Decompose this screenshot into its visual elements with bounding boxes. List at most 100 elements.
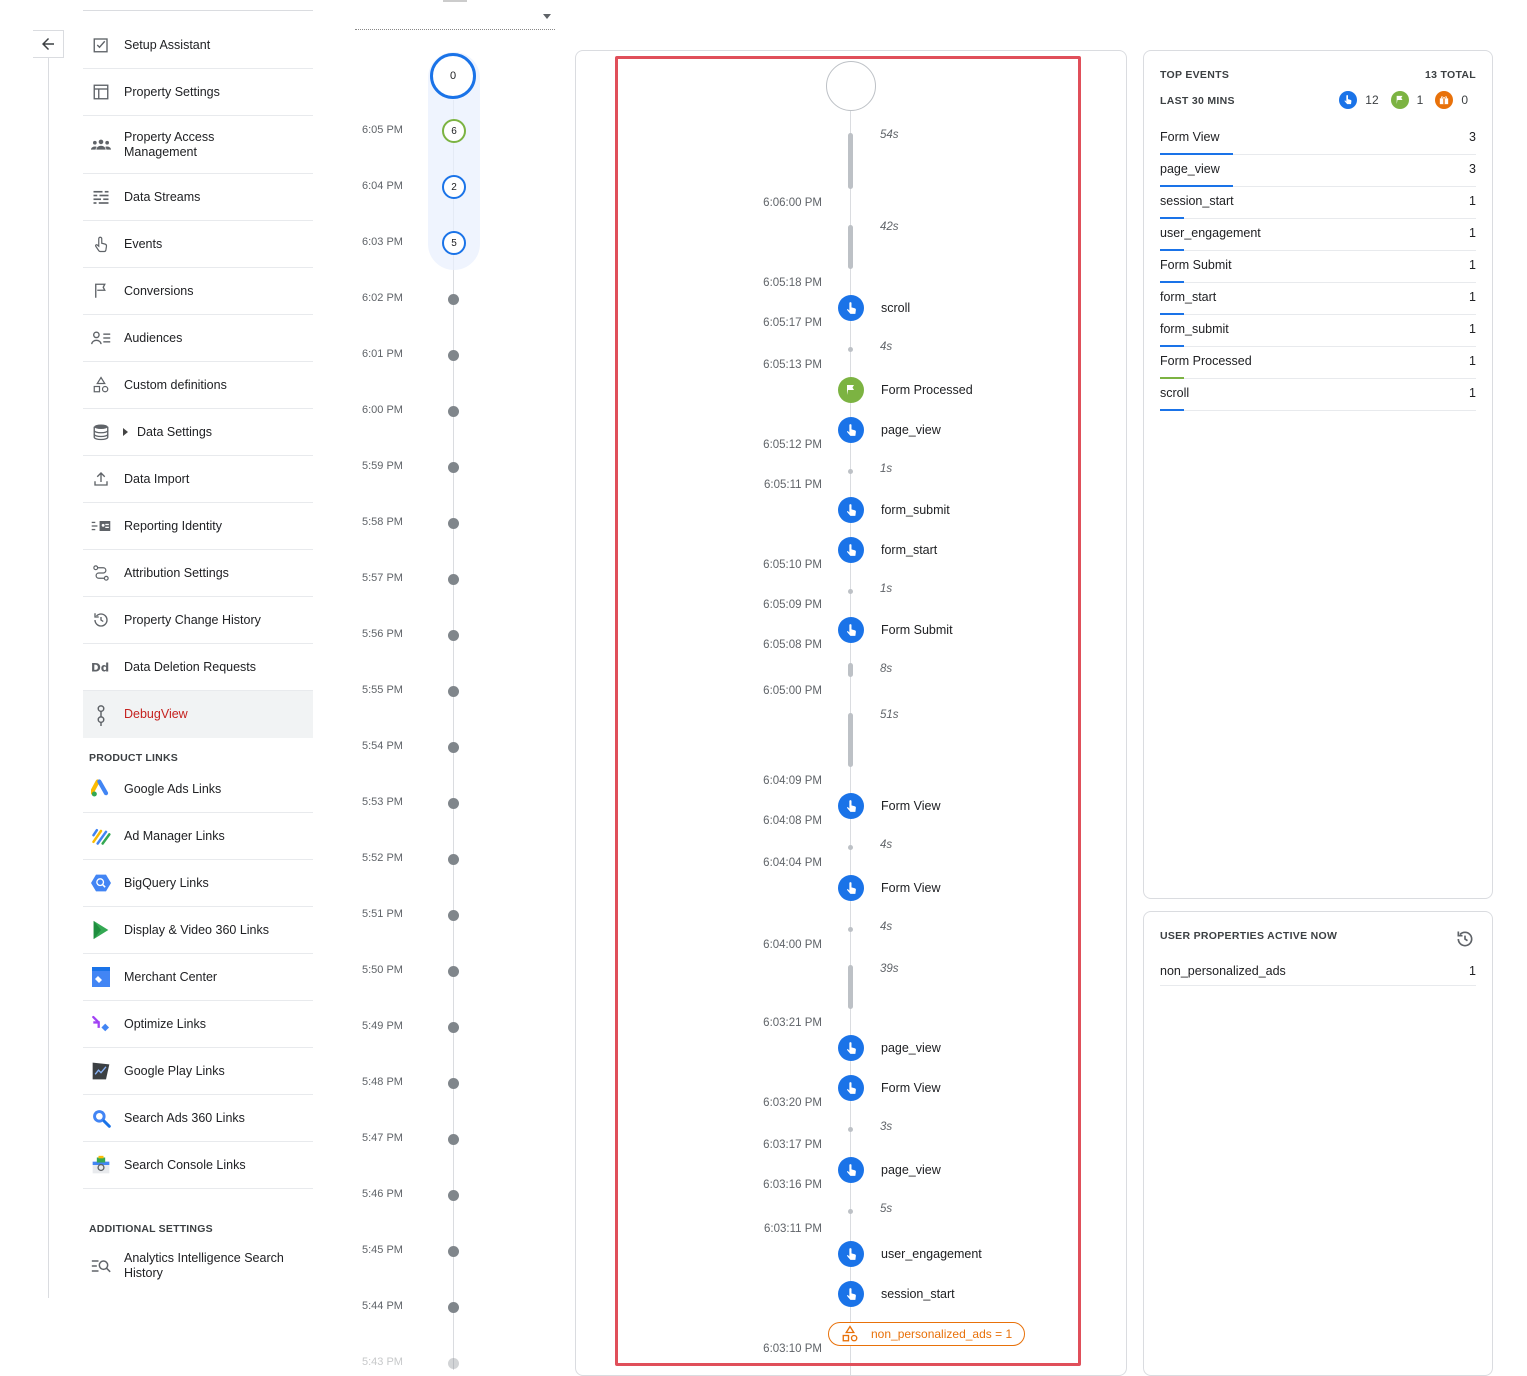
minute-row[interactable]: 6:03 PM 5 (355, 231, 555, 255)
minute-row[interactable]: 5:45 PM (355, 1239, 555, 1263)
arrow-back-icon (42, 38, 54, 50)
top-event-row[interactable]: page_view 3 (1160, 155, 1476, 187)
nav-conversions[interactable]: Conversions (83, 268, 313, 315)
nav-optimize-links[interactable]: Optimize Links (83, 1001, 313, 1048)
nav-data-settings[interactable]: Data Settings (83, 409, 313, 456)
minute-row[interactable]: 5:52 PM (355, 847, 555, 871)
back-button[interactable] (33, 30, 64, 58)
stream-event[interactable]: Form View (838, 1075, 941, 1101)
nav-data-deletion-requests[interactable]: Dd Data Deletion Requests (83, 644, 313, 691)
minute-row[interactable]: 5:54 PM (355, 735, 555, 759)
additional-settings-header: ADDITIONAL SETTINGS (89, 1223, 213, 1235)
minute-event-count[interactable]: 5 (442, 231, 466, 255)
minute-row[interactable]: 5:43 PM (355, 1351, 555, 1375)
stream-event[interactable]: Form View (838, 793, 941, 819)
stream-event[interactable]: page_view (838, 1035, 941, 1061)
nav-audiences[interactable]: Audiences (83, 315, 313, 362)
top-event-row[interactable]: scroll 1 (1160, 379, 1476, 411)
top-event-row[interactable]: form_submit 1 (1160, 315, 1476, 347)
top-event-row[interactable]: Form Processed 1 (1160, 347, 1476, 379)
stream-event[interactable]: user_engagement (838, 1241, 982, 1267)
top-event-row[interactable]: Form View 3 (1160, 123, 1476, 155)
stream-event[interactable]: session_start (838, 1281, 955, 1307)
nav-data-streams[interactable]: Data Streams (83, 174, 313, 221)
top-events-total: 13 TOTAL (1424, 69, 1476, 81)
user-property-value: 1 (1469, 964, 1476, 978)
minute-row[interactable]: 5:44 PM (355, 1295, 555, 1319)
top-event-count: 1 (1469, 226, 1476, 240)
minute-row[interactable]: 5:57 PM (355, 567, 555, 591)
stream-event[interactable]: Form Processed (838, 377, 973, 403)
nav-display-video-360-links[interactable]: Display & Video 360 Links (83, 907, 313, 954)
minute-row[interactable]: 5:47 PM (355, 1127, 555, 1151)
minute-row[interactable]: 5:58 PM (355, 511, 555, 535)
nav-setup-assistant[interactable]: Setup Assistant (83, 22, 313, 69)
stream-event[interactable]: form_start (838, 537, 937, 563)
minute-row[interactable]: 5:56 PM (355, 623, 555, 647)
nav-attribution-settings[interactable]: Attribution Settings (83, 550, 313, 597)
event-touch-icon (838, 497, 864, 523)
nav-ad-manager-links[interactable]: Ad Manager Links (83, 813, 313, 860)
minute-row[interactable]: 5:55 PM (355, 679, 555, 703)
nav-reporting-identity[interactable]: Reporting Identity (83, 503, 313, 550)
nav-analytics-intelligence-search-history[interactable]: Analytics Intelligence Search History (83, 1237, 313, 1295)
nav-property-access-management[interactable]: Property Access Management (83, 116, 313, 174)
minute-row[interactable]: 5:59 PM (355, 455, 555, 479)
nav-search-console-links[interactable]: Search Console Links (83, 1142, 313, 1189)
top-event-count: 1 (1469, 290, 1476, 304)
nav-merchant-center[interactable]: Merchant Center (83, 954, 313, 1001)
minute-row[interactable]: 5:46 PM (355, 1183, 555, 1207)
upload-icon (91, 469, 111, 489)
debug-device-selector[interactable] (355, 0, 555, 30)
account-selector[interactable] (83, 0, 313, 11)
nav-google-play-links[interactable]: Google Play Links (83, 1048, 313, 1095)
stream-event[interactable]: form_submit (838, 497, 950, 523)
stream-gap-duration: 3s (880, 1121, 893, 1133)
minute-row[interactable]: 6:04 PM 2 (355, 175, 555, 199)
minute-row[interactable]: 5:50 PM (355, 959, 555, 983)
minute-event-count[interactable]: 6 (442, 119, 466, 143)
minute-empty-dot (448, 1134, 459, 1145)
minute-row[interactable]: 6:05 PM 6 (355, 119, 555, 143)
stream-timestamp: 6:05:11 PM (764, 479, 822, 491)
nav-label: Google Ads Links (124, 781, 222, 796)
nav-search-ads-360-links[interactable]: Search Ads 360 Links (83, 1095, 313, 1142)
current-minute-count[interactable]: 0 (430, 53, 476, 99)
nav-label: Conversions (124, 283, 194, 298)
stream-gap-dot (848, 845, 853, 850)
nav-property-change-history[interactable]: Property Change History (83, 597, 313, 644)
nav-data-import[interactable]: Data Import (83, 456, 313, 503)
nav-bigquery-links[interactable]: BigQuery Links (83, 860, 313, 907)
nav-events[interactable]: Events (83, 221, 313, 268)
nav-google-ads-links[interactable]: Google Ads Links (83, 766, 313, 813)
top-event-row[interactable]: Form Submit 1 (1160, 251, 1476, 283)
top-event-name: Form View (1160, 130, 1220, 144)
nav-custom-definitions[interactable]: Custom definitions (83, 362, 313, 409)
user-property-row[interactable]: non_personalized_ads 1 (1160, 958, 1476, 986)
minute-row[interactable]: 5:49 PM (355, 1015, 555, 1039)
minute-row[interactable]: 6:00 PM (355, 399, 555, 423)
stream-event[interactable]: scroll (838, 295, 910, 321)
top-event-row[interactable]: user_engagement 1 (1160, 219, 1476, 251)
dv360-icon (91, 920, 111, 940)
nav-label: Data Streams (124, 189, 201, 204)
stream-event[interactable]: Form Submit (838, 617, 953, 643)
minute-row[interactable]: 6:01 PM (355, 343, 555, 367)
nav-property-settings[interactable]: Property Settings (83, 69, 313, 116)
minute-empty-dot (448, 1078, 459, 1089)
stream-event[interactable]: page_view (838, 417, 941, 443)
expand-caret-icon[interactable] (123, 428, 128, 436)
top-event-row[interactable]: session_start 1 (1160, 187, 1476, 219)
minute-row[interactable]: 5:48 PM (355, 1071, 555, 1095)
minute-row[interactable]: 5:51 PM (355, 903, 555, 927)
nav-debugview[interactable]: DebugView (83, 691, 313, 738)
stream-event[interactable]: page_view (838, 1157, 941, 1183)
minute-row[interactable]: 5:53 PM (355, 791, 555, 815)
minute-row[interactable]: 6:02 PM (355, 287, 555, 311)
user-property-chip[interactable]: non_personalized_ads = 1 (828, 1322, 1026, 1346)
minute-event-count[interactable]: 2 (442, 175, 466, 199)
minute-empty-dot (448, 854, 459, 865)
top-event-row[interactable]: form_start 1 (1160, 283, 1476, 315)
stream-event[interactable]: Form View (838, 875, 941, 901)
history-button[interactable] (1454, 928, 1476, 950)
